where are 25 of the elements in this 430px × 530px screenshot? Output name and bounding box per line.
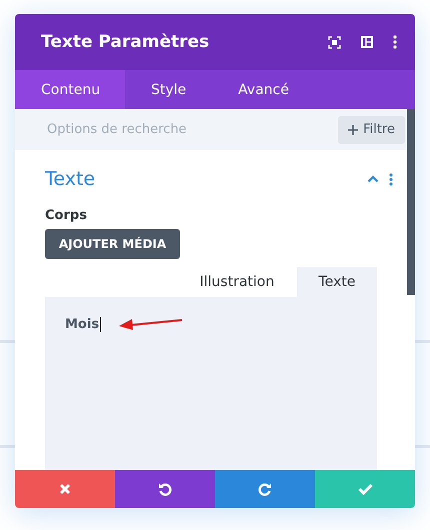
close-icon <box>59 483 71 495</box>
section-title: Texte <box>45 168 96 190</box>
more-icon[interactable] <box>393 35 397 49</box>
chevron-up-icon[interactable] <box>367 175 379 183</box>
redo-icon <box>258 482 272 496</box>
window-title: Texte Paramètres <box>41 32 210 52</box>
advanced-tab[interactable]: Avancé <box>212 70 315 109</box>
editor-tab[interactable]: Texte <box>297 267 377 297</box>
add-media-button[interactable]: AJOUTER MÉDIA <box>45 229 180 259</box>
more-icon[interactable] <box>389 172 393 186</box>
undo-icon <box>158 482 172 496</box>
style-tab[interactable]: Style <box>125 70 212 109</box>
field-label: Corps <box>45 208 88 223</box>
editor-text: Mois <box>65 317 102 332</box>
plus-icon <box>348 124 358 134</box>
layout-icon[interactable] <box>361 36 373 48</box>
checkmark-icon <box>358 483 372 495</box>
undo-button[interactable] <box>115 470 215 508</box>
text-editor[interactable]: Mois <box>45 297 377 470</box>
arrow-icon <box>119 317 184 331</box>
content-tab[interactable]: Contenu <box>15 70 125 109</box>
filter-button[interactable]: Filtre <box>338 116 405 144</box>
search-field[interactable]: Options de recherche Filtre <box>15 109 407 150</box>
scrollbar[interactable] <box>407 109 415 295</box>
fullscreen-icon[interactable] <box>328 36 341 48</box>
